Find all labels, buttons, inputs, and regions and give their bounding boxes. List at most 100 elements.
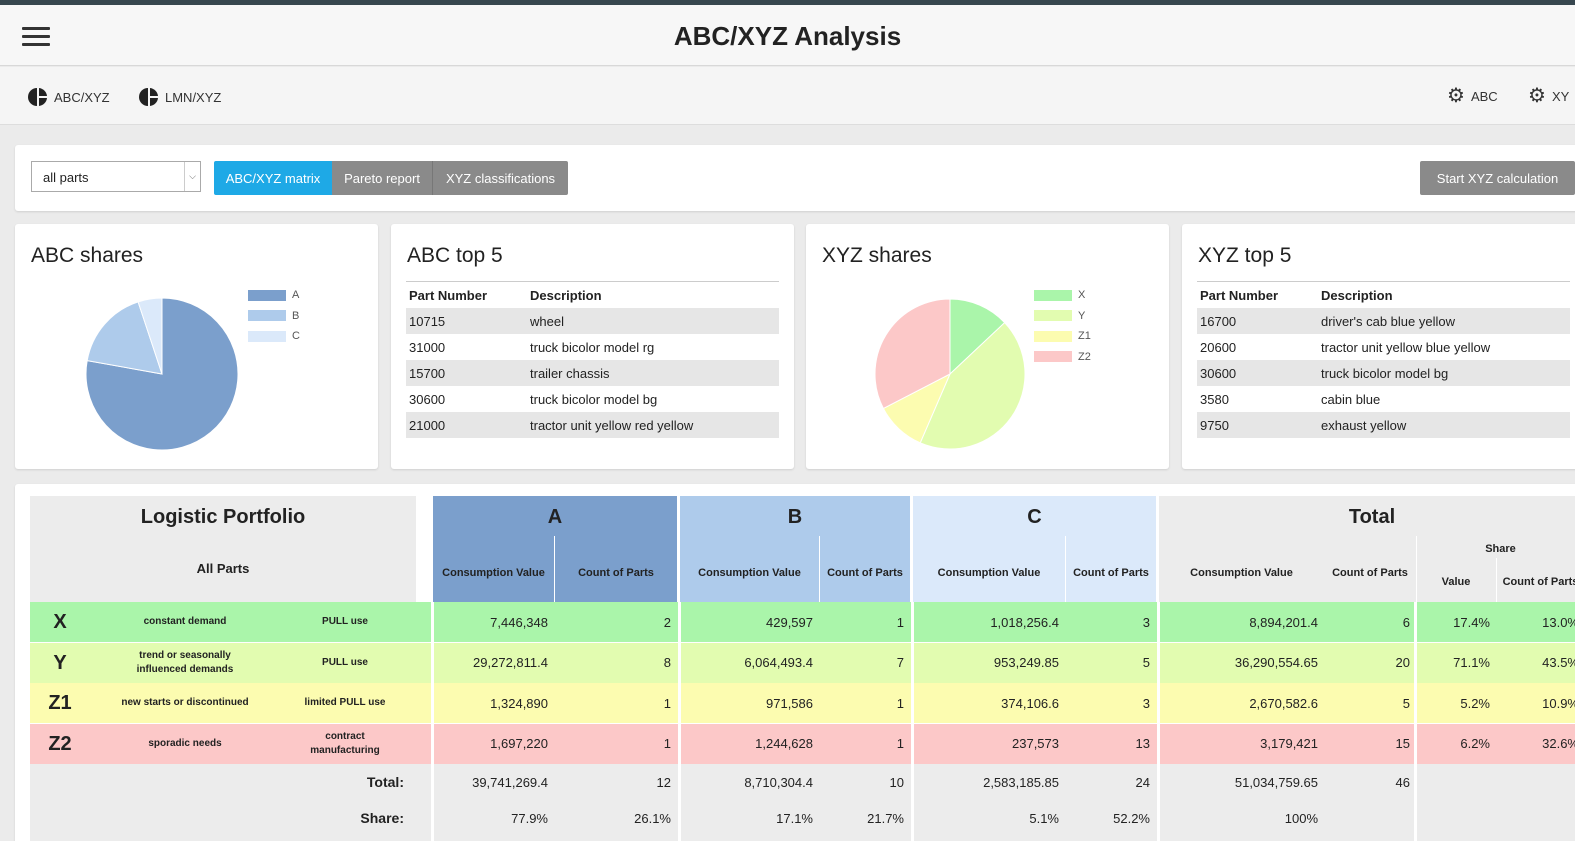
share-cell: 26.1% <box>634 810 671 826</box>
table-cell: 32.6% <box>1542 736 1575 751</box>
row-use-label: contract manufacturing <box>310 730 380 756</box>
app-header: ABC/XYZ Analysis <box>0 5 1575 66</box>
table-cell: 36,290,554.65 <box>1234 655 1318 670</box>
xyz-shares-card: XYZ shares X Y Z1 Z2 <box>806 224 1169 469</box>
col-separator <box>1157 764 1160 841</box>
chevron-down-icon: ⌵ <box>184 162 200 191</box>
tab-xyz-classifications[interactable]: XYZ classifications <box>432 161 568 195</box>
col-separator <box>1414 764 1417 841</box>
col-divider <box>1065 536 1066 602</box>
table-cell: 3 <box>1142 695 1150 711</box>
col-part-number: Part Number <box>406 281 527 308</box>
portfolio-matrix: Logistic Portfolio All Parts A Consumption … <box>30 496 1575 841</box>
table-cell: 13 <box>1135 736 1150 751</box>
nav-settings-xy-label: XY <box>1551 88 1570 104</box>
table-cell: 5.2% <box>1460 695 1490 711</box>
col-separator <box>911 764 914 841</box>
col-count-of-parts: Count of Parts <box>819 544 910 602</box>
parts-filter-select[interactable]: all parts ⌵ <box>31 161 201 192</box>
nav-settings-abc[interactable]: ⚙ ABC <box>1447 86 1498 106</box>
col-separator <box>911 683 914 723</box>
nav-abc-xyz-label: ABC/XYZ <box>54 89 110 105</box>
table-cell: 1 <box>896 614 904 630</box>
table-cell: 6.2% <box>1460 736 1490 751</box>
legend-item-b: B <box>248 306 300 327</box>
xyz-top5-title: XYZ top 5 <box>1198 244 1292 267</box>
row-demand-label: trend or seasonally influenced demands <box>136 649 234 675</box>
table-cell: 1,018,256.4 <box>990 614 1059 630</box>
col-separator <box>1414 723 1417 764</box>
share-cell: 77.9% <box>511 810 548 826</box>
col-separator <box>911 642 914 683</box>
abc-pie-chart <box>85 297 239 451</box>
col-share-count: Count of Parts <box>1502 576 1575 588</box>
tab-pareto-report[interactable]: Pareto report <box>332 161 432 195</box>
col-separator <box>431 602 434 642</box>
col-separator <box>1414 642 1417 683</box>
abc-top5-table: Part Number Description 10715 wheel 31000 t… <box>406 281 779 438</box>
share-cell <box>1496 800 1575 836</box>
nav-settings-xy[interactable]: ⚙ XY <box>1528 85 1570 107</box>
col-separator <box>1414 683 1417 723</box>
col-consumption-value: Consumption Value <box>937 567 1041 579</box>
page-title: ABC/XYZ Analysis <box>673 21 902 51</box>
total-cell: 46 <box>1395 774 1410 790</box>
xyz-pie-chart <box>874 298 1026 450</box>
table-cell: 429,597 <box>766 614 813 630</box>
row-use-label: PULL use <box>322 616 368 627</box>
table-cell: 13.0% <box>1542 614 1575 630</box>
share-cell: 100% <box>1284 810 1318 826</box>
portfolio-title: Logistic Portfolio <box>140 506 306 528</box>
col-separator <box>678 683 681 723</box>
col-share-value: Value <box>1441 576 1471 588</box>
table-row: 21000 tractor unit yellow red yellow <box>406 412 779 438</box>
xyz-top5-table: Part Number Description 16700 driver's cab… <box>1197 281 1570 438</box>
tab-abc-xyz-matrix[interactable]: ABC/XYZ matrix <box>214 161 332 195</box>
row-class-label: Y <box>53 651 67 674</box>
col-separator <box>1157 602 1160 642</box>
col-count-of-parts: Count of Parts <box>1332 567 1408 579</box>
legend-item-a: A <box>248 285 300 306</box>
table-cell: 374,106.6 <box>1001 695 1059 711</box>
row-use-label: PULL use <box>322 656 368 668</box>
col-separator <box>431 723 434 764</box>
table-cell: 6 <box>1402 614 1410 630</box>
row-use-label: limited PULL use <box>304 697 386 708</box>
table-cell: 17.4% <box>1453 614 1490 630</box>
portfolio-subtitle: All Parts <box>196 561 250 576</box>
col-separator <box>1157 683 1160 723</box>
row-demand-label: new starts or discontinued <box>121 697 249 708</box>
total-cell: 24 <box>1135 774 1150 790</box>
col-separator <box>911 602 914 642</box>
col-divider <box>1496 558 1497 602</box>
group-title-b: B <box>787 506 803 528</box>
legend-item-x: X <box>1034 285 1091 306</box>
gear-icon: ⚙ <box>1528 85 1546 107</box>
nav-settings-abc-label: ABC <box>1470 88 1498 104</box>
abc-legend: A B C <box>248 285 300 347</box>
table-cell: 10.9% <box>1542 695 1575 711</box>
table-row: 3580 cabin blue <box>1200 391 1381 407</box>
table-cell: 1,697,220 <box>490 736 548 751</box>
col-separator <box>431 764 434 841</box>
start-xyz-calculation-button[interactable]: Start XYZ calculation <box>1420 161 1575 195</box>
nav-abc-xyz[interactable]: ABC/XYZ <box>28 87 110 107</box>
nav-lmn-xyz[interactable]: LMN/XYZ <box>139 87 221 107</box>
table-cell: 1,244,628 <box>755 736 813 751</box>
table-row: 31000 truck bicolor model rg <box>409 339 655 355</box>
col-description: Description <box>1318 281 1570 308</box>
abc-shares-card: ABC shares A B C <box>15 224 378 469</box>
pie-icon <box>28 88 47 106</box>
col-part-number: Part Number <box>1197 281 1318 308</box>
col-separator <box>678 602 681 642</box>
table-cell: 971,586 <box>766 695 813 711</box>
table-cell: 3,179,421 <box>1260 736 1318 751</box>
table-cell: 1 <box>663 736 671 751</box>
col-description: Description <box>527 281 779 308</box>
col-consumption-value: Consumption Value <box>1190 567 1293 579</box>
row-demand-label: sporadic needs <box>148 737 222 749</box>
portfolio-card: Logistic Portfolio All Parts A Consumption … <box>15 484 1575 841</box>
group-title-total: Total <box>1348 506 1396 528</box>
abc-top5-card: ABC top 5 Part Number Description 10715 wh… <box>391 224 794 469</box>
col-share: Share <box>1485 543 1516 555</box>
